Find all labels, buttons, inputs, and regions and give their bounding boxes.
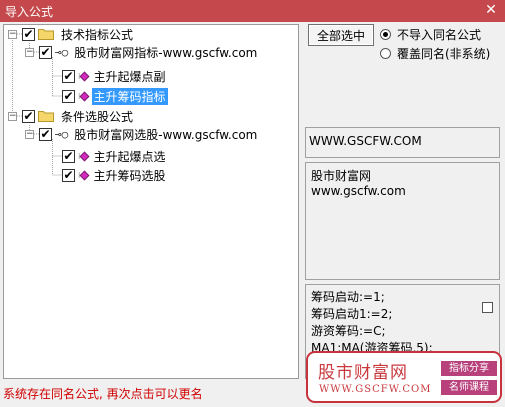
status-message: 系统存在同名公式, 再次点击可以更名 bbox=[3, 387, 203, 401]
folder-icon bbox=[38, 111, 54, 122]
leaf-checkbox[interactable]: ✔ bbox=[62, 69, 75, 83]
collapse-toggle[interactable]: − bbox=[25, 129, 34, 139]
group-checkbox[interactable]: ✔ bbox=[22, 27, 35, 41]
key-icon: ⊸○ bbox=[55, 45, 69, 59]
key-icon: ⊸○ bbox=[55, 127, 69, 141]
tree-item-label: 股市财富网指标-www.gscfw.com bbox=[74, 45, 258, 60]
tree-item-label: 股市财富网选股-www.gscfw.com bbox=[74, 127, 258, 142]
formula-icon: ⁝ bbox=[78, 91, 89, 101]
window-title: 导入公式 bbox=[5, 5, 54, 19]
select-all-button[interactable]: 全部选中 bbox=[308, 24, 374, 46]
tree-item-screening-pack[interactable]: − ✔ ⊸○ 股市财富网选股-www.gscfw.com bbox=[25, 125, 259, 143]
collapse-toggle[interactable]: − bbox=[8, 111, 17, 121]
banner-tag: 名师课程 bbox=[441, 380, 497, 395]
code-option-checkbox[interactable] bbox=[482, 302, 493, 313]
banner-brand: 股市财富网 bbox=[318, 363, 408, 383]
code-line: 游资筹码:=C; bbox=[311, 324, 386, 338]
item-checkbox[interactable]: ✔ bbox=[39, 127, 52, 141]
description-line: 股市财富网 bbox=[311, 169, 372, 183]
close-icon[interactable]: ✕ bbox=[483, 2, 499, 18]
tree-group-screening[interactable]: − ✔ 条件选股公式 bbox=[8, 107, 135, 125]
item-checkbox[interactable]: ✔ bbox=[39, 45, 52, 59]
tree-leaf-label: 主升起爆点选 bbox=[93, 149, 166, 164]
tree-leaf[interactable]: ✔ ⁝ 主升起爆点选 bbox=[62, 147, 168, 165]
source-url: WWW.GSCFW.COM bbox=[309, 134, 422, 148]
collapse-toggle[interactable]: − bbox=[25, 47, 34, 57]
formula-icon: ⁝ bbox=[78, 151, 89, 161]
folder-icon bbox=[38, 29, 54, 40]
radio-label: 覆盖同名(非系统) bbox=[397, 47, 491, 61]
site-banner: 股市财富网 WWW.GSCFW.COM 指标分享 名师课程 bbox=[306, 351, 502, 403]
leaf-checkbox[interactable]: ✔ bbox=[62, 168, 75, 182]
radio-button[interactable] bbox=[380, 29, 391, 40]
tree-leaf-label: 主升筹码指标 bbox=[91, 87, 168, 105]
formula-icon: ⁝ bbox=[78, 71, 89, 81]
radio-label: 不导入同名公式 bbox=[397, 28, 482, 42]
source-url-box: WWW.GSCFW.COM bbox=[305, 127, 500, 158]
banner-url: WWW.GSCFW.COM bbox=[319, 384, 432, 395]
banner-tag: 指标分享 bbox=[441, 361, 497, 376]
code-line: 筹码启动1:=2; bbox=[311, 307, 393, 321]
formula-icon: ⁝ bbox=[78, 170, 89, 180]
radio-button[interactable] bbox=[380, 48, 391, 59]
group-checkbox[interactable]: ✔ bbox=[22, 109, 35, 123]
tree-group-label: 条件选股公式 bbox=[61, 109, 134, 124]
tree-leaf-label: 主升筹码选股 bbox=[93, 168, 166, 183]
formula-tree[interactable]: − ✔ 技术指标公式 − ✔ ⊸○ 股市财富网指标-www.gscfw.com … bbox=[3, 24, 299, 379]
tree-leaf-label: 主升起爆点副 bbox=[93, 69, 166, 84]
tree-group-label: 技术指标公式 bbox=[61, 27, 134, 42]
description-line: www.gscfw.com bbox=[311, 184, 406, 198]
leaf-checkbox[interactable]: ✔ bbox=[62, 89, 75, 103]
title-bar: 导入公式 ✕ bbox=[0, 0, 505, 22]
tree-leaf[interactable]: ✔ ⁝ 主升筹码选股 bbox=[62, 166, 168, 184]
radio-skip-duplicates[interactable]: 不导入同名公式 bbox=[380, 26, 481, 43]
tree-item-indicator-pack[interactable]: − ✔ ⊸○ 股市财富网指标-www.gscfw.com bbox=[25, 43, 259, 61]
tree-group-technical[interactable]: − ✔ 技术指标公式 bbox=[8, 25, 135, 43]
tree-leaf-selected[interactable]: ✔ ⁝ 主升筹码指标 bbox=[62, 87, 168, 105]
leaf-checkbox[interactable]: ✔ bbox=[62, 149, 75, 163]
collapse-toggle[interactable]: − bbox=[8, 29, 17, 39]
description-box[interactable]: 股市财富网 www.gscfw.com bbox=[305, 162, 500, 280]
tree-leaf[interactable]: ✔ ⁝ 主升起爆点副 bbox=[62, 67, 168, 85]
code-line: 筹码启动:=1; bbox=[311, 290, 385, 304]
radio-overwrite-duplicates[interactable]: 覆盖同名(非系统) bbox=[380, 45, 490, 62]
